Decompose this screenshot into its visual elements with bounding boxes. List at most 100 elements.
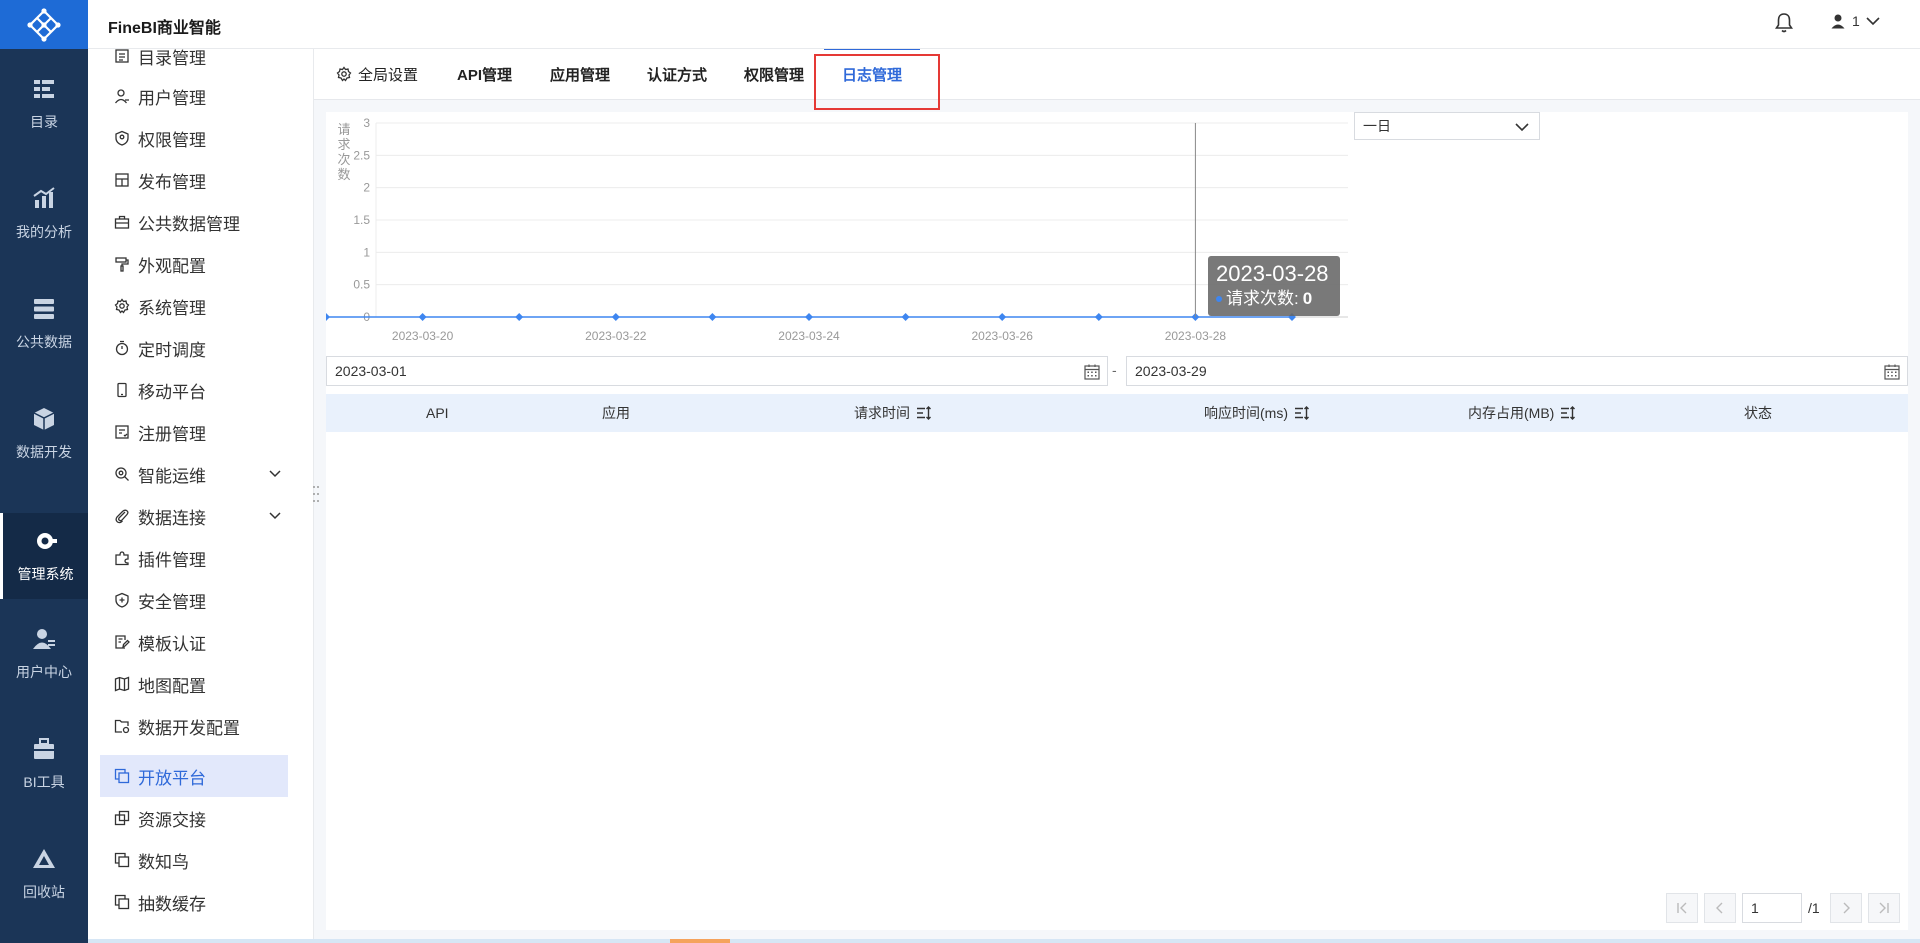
paperclip-icon bbox=[115, 509, 129, 524]
sidebar-item-schedule[interactable]: 定时调度 bbox=[100, 327, 288, 369]
annotation-highlight bbox=[814, 54, 940, 110]
edit-doc-icon bbox=[115, 635, 130, 649]
copy-icon bbox=[114, 894, 130, 910]
public-data-icon bbox=[34, 299, 54, 319]
column-header-app: 应用 bbox=[602, 394, 630, 432]
last-page-button[interactable] bbox=[1867, 893, 1900, 923]
date-range-separator: - bbox=[1112, 362, 1117, 378]
sidebar-item-label: 抽数缓存 bbox=[138, 894, 206, 914]
user-menu[interactable]: 1 bbox=[1830, 13, 1880, 29]
data-point bbox=[1094, 313, 1103, 321]
sidebar-item-label: 模板认证 bbox=[138, 634, 206, 654]
x-tick-label: 2023-03-24 bbox=[778, 329, 840, 343]
page-number-input[interactable]: 1 bbox=[1742, 893, 1802, 923]
sidebar-item-user-manage[interactable]: 用户管理 bbox=[100, 75, 288, 117]
rail-item-admin[interactable]: 管理系统 bbox=[0, 513, 88, 599]
sidebar-item-shuzhiniao[interactable]: 数知鸟 bbox=[100, 839, 288, 881]
calendar-icon[interactable] bbox=[1083, 363, 1101, 381]
tab-app-manage[interactable]: 应用管理 bbox=[550, 49, 610, 99]
rail-item-recycle[interactable]: 回收站 bbox=[0, 831, 88, 917]
column-label: 请求时间 bbox=[854, 405, 910, 421]
rail-item-catalog[interactable]: 目录 bbox=[0, 61, 88, 147]
chevron-right-icon bbox=[1843, 902, 1850, 914]
sidebar-item-extract-cache[interactable]: 抽数缓存 bbox=[100, 881, 288, 923]
sidebar-item-catalog-manage[interactable]: 目录管理 bbox=[100, 49, 288, 77]
first-page-button[interactable] bbox=[1666, 893, 1698, 923]
rail-label: 目录 bbox=[30, 114, 58, 130]
rail-item-public-data[interactable]: 公共数据 bbox=[0, 281, 88, 367]
prev-page-button[interactable] bbox=[1704, 893, 1736, 923]
rail-label: 公共数据 bbox=[16, 334, 72, 350]
sidebar-item-label: 注册管理 bbox=[138, 424, 206, 444]
sidebar-item-data-connection[interactable]: 数据连接 bbox=[100, 495, 288, 537]
user-name: 1 bbox=[1852, 13, 1860, 29]
chart-tooltip: 2023-03-28 请求次数: 0 bbox=[1208, 256, 1340, 316]
bell-icon[interactable] bbox=[1774, 12, 1794, 34]
logo[interactable] bbox=[0, 0, 88, 49]
series-dot bbox=[1216, 296, 1222, 302]
sidebar-item-system[interactable]: 系统管理 bbox=[100, 285, 288, 327]
sidebar-item-label: 目录管理 bbox=[138, 49, 206, 68]
tab-permission-manage[interactable]: 权限管理 bbox=[744, 49, 804, 99]
column-header-response-time[interactable]: 响应时间(ms) bbox=[1204, 394, 1310, 432]
sidebar-item-security[interactable]: 安全管理 bbox=[100, 579, 288, 621]
rail-item-analysis[interactable]: 我的分析 bbox=[0, 171, 88, 257]
y-tick-label: 1 bbox=[363, 245, 370, 259]
sidebar-item-open-platform[interactable]: 开放平台 bbox=[100, 755, 288, 797]
user-avatar-icon bbox=[1831, 14, 1845, 29]
sidebar-item-label: 移动平台 bbox=[138, 382, 206, 402]
sort-icon[interactable] bbox=[1294, 405, 1310, 421]
sidebar-item-appearance[interactable]: 外观配置 bbox=[100, 243, 288, 285]
logo-icon bbox=[27, 7, 61, 42]
resize-handle[interactable] bbox=[312, 484, 320, 504]
chevron-down-icon bbox=[1515, 123, 1529, 132]
sidebar-item-smart-ops[interactable]: 智能运维 bbox=[100, 453, 288, 495]
chevron-left-icon bbox=[1716, 902, 1723, 914]
sort-icon[interactable] bbox=[916, 405, 932, 421]
start-date-input[interactable]: 2023-03-01 bbox=[326, 356, 1108, 386]
column-label: 状态 bbox=[1744, 405, 1772, 421]
admin-gear-icon bbox=[36, 533, 57, 549]
sidebar-item-plugin[interactable]: 插件管理 bbox=[100, 537, 288, 579]
sidebar-item-register[interactable]: 注册管理 bbox=[100, 411, 288, 453]
user-icon bbox=[114, 89, 129, 104]
sidebar-item-data-dev-config[interactable]: 数据开发配置 bbox=[100, 705, 288, 747]
rail-label: BI工具 bbox=[23, 774, 65, 790]
sidebar-item-publish[interactable]: 发布管理 bbox=[100, 159, 288, 201]
sidebar-item-mobile[interactable]: 移动平台 bbox=[100, 369, 288, 411]
list-icon bbox=[115, 49, 129, 63]
sidebar-item-template-cert[interactable]: 模板认证 bbox=[100, 621, 288, 663]
rail-item-user-center[interactable]: 用户中心 bbox=[0, 611, 88, 697]
tab-global-settings[interactable]: 全局设置 bbox=[336, 49, 418, 99]
mobile-icon bbox=[117, 382, 127, 398]
column-header-request-time[interactable]: 请求时间 bbox=[854, 394, 932, 432]
period-select[interactable]: 一日 bbox=[1354, 112, 1540, 140]
tab-auth-method[interactable]: 认证方式 bbox=[647, 49, 707, 99]
data-point bbox=[901, 313, 910, 321]
first-page-icon bbox=[1677, 902, 1687, 914]
tooltip-date: 2023-03-28 bbox=[1216, 261, 1329, 286]
next-page-button[interactable] bbox=[1829, 893, 1862, 923]
copy-icon bbox=[114, 768, 130, 784]
tab-label: API管理 bbox=[457, 66, 513, 84]
top-bar: FineBI商业智能 1 bbox=[0, 0, 1920, 49]
sidebar-item-permission[interactable]: 权限管理 bbox=[100, 117, 288, 159]
rail-item-bi-tools[interactable]: BI工具 bbox=[0, 721, 88, 807]
sort-icon[interactable] bbox=[1560, 405, 1576, 421]
analysis-icon bbox=[33, 187, 55, 208]
data-point bbox=[326, 313, 330, 321]
data-point bbox=[515, 313, 524, 321]
briefcase-icon bbox=[114, 215, 130, 229]
tab-label: 应用管理 bbox=[550, 66, 611, 84]
column-header-memory[interactable]: 内存占用(MB) bbox=[1468, 394, 1576, 432]
tab-api-manage[interactable]: API管理 bbox=[457, 49, 512, 99]
bottom-scrollbar[interactable] bbox=[88, 939, 1920, 943]
sidebar-item-label: 地图配置 bbox=[138, 676, 206, 696]
sidebar-item-map[interactable]: 地图配置 bbox=[100, 663, 288, 705]
sidebar-item-public-data-manage[interactable]: 公共数据管理 bbox=[100, 201, 288, 243]
calendar-icon[interactable] bbox=[1883, 363, 1901, 381]
end-date-input[interactable]: 2023-03-29 bbox=[1126, 356, 1908, 386]
sidebar-item-resource-handover[interactable]: 资源交接 bbox=[100, 797, 288, 839]
rail-item-data-dev[interactable]: 数据开发 bbox=[0, 391, 88, 477]
sidebar-item-label: 资源交接 bbox=[138, 810, 206, 830]
